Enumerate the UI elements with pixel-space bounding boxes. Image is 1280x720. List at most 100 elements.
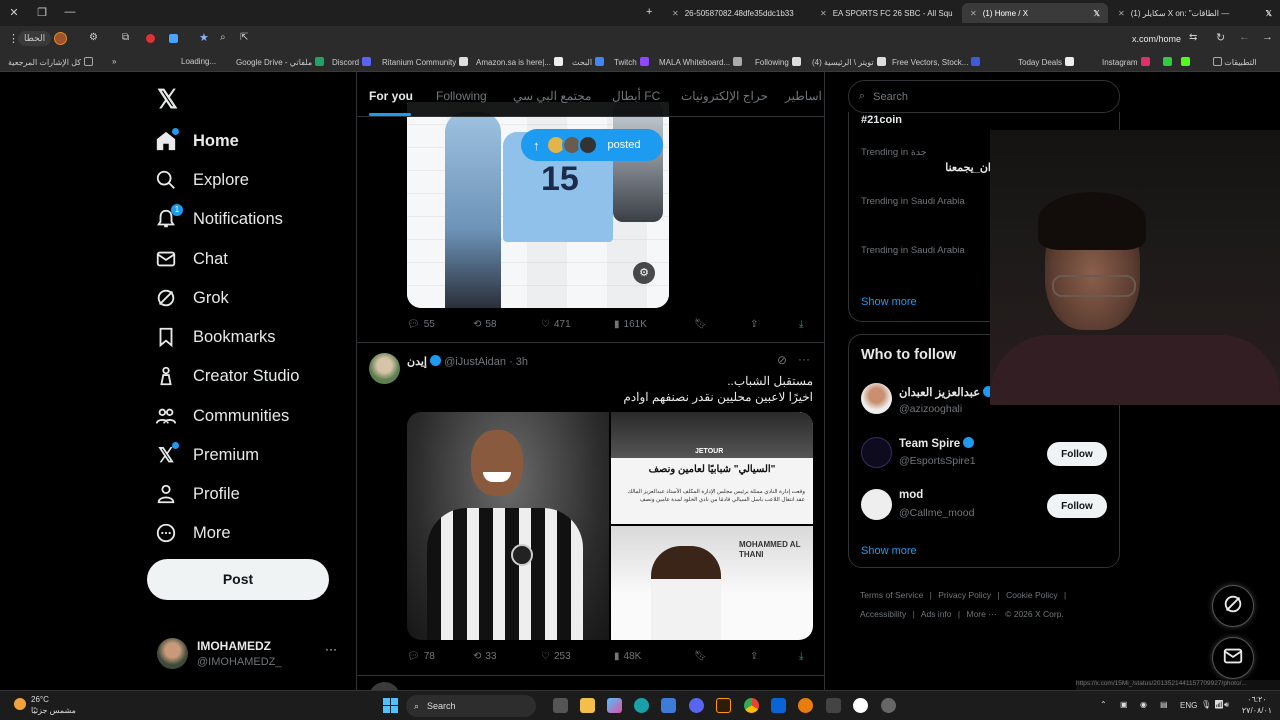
volume-icon[interactable]: 🔊︎ (1224, 700, 1229, 710)
download-button[interactable]: ⤓ (799, 651, 803, 662)
more-horizontal-icon[interactable]: ··· (325, 642, 337, 656)
suggestion-name[interactable]: Team Spire (899, 437, 975, 450)
sidebar-item-notifications[interactable]: 1 Notifications (155, 201, 283, 237)
tab-0[interactable]: ✕ 26-50587082.48dfe35ddc1b33 (664, 3, 810, 23)
discord-icon[interactable] (689, 698, 704, 713)
grok-float-button[interactable] (1212, 585, 1254, 627)
bookmark-button[interactable]: 🔖︎ (694, 651, 707, 662)
back-icon[interactable]: → (1262, 31, 1273, 43)
reply-button[interactable]: 💬︎ 78 (407, 651, 435, 662)
sidebar-item-profile[interactable]: Profile (155, 476, 240, 512)
account-switcher[interactable]: IMOHAMEDZ @IMOHAMEDZ_ ··· (155, 634, 345, 674)
footer-link[interactable]: More ··· (966, 609, 996, 619)
sidebar-item-grok[interactable]: Grok (155, 280, 229, 316)
bookmark-item[interactable]: Ritanium Community (382, 57, 469, 67)
mail-app-icon[interactable] (771, 698, 786, 713)
repost-button[interactable]: ⟲ 58 (473, 319, 497, 330)
bookmark-item[interactable]: Twitch (614, 57, 649, 67)
close-window-icon[interactable]: ✕ (0, 6, 28, 19)
tab-community-electronics[interactable]: حراج الإلكترونيات (681, 89, 768, 103)
bookmark-item[interactable]: Loading... (181, 57, 216, 66)
like-button[interactable]: ♡ 253 (541, 651, 571, 662)
tab-community-pc[interactable]: مجتمع البي سي (513, 89, 591, 103)
start-button[interactable] (383, 698, 398, 713)
screenshot-icon[interactable]: ⧉ (122, 32, 129, 43)
tray-app-icon[interactable]: ▣ (1120, 700, 1128, 709)
tray-app-icon[interactable]: ◉ (1140, 700, 1147, 709)
share-icon[interactable]: ⇱ (240, 32, 248, 43)
show-more-link[interactable]: Show more (861, 296, 917, 308)
bookmark-item[interactable]: (4) تويتر \ الرئيسية (812, 57, 886, 67)
search-input[interactable]: ⌕ Search (848, 80, 1120, 113)
clock[interactable]: ٠٦:٢٠ ٢٧/٠٨/٠١ (1238, 694, 1276, 716)
zoom-icon[interactable]: ⌕ (220, 32, 226, 43)
new-posts-pill[interactable]: ↑ posted (521, 129, 663, 161)
bookmark-item[interactable]: Discord (332, 57, 372, 67)
extensions-icon[interactable]: ⚙ (89, 32, 98, 43)
grok-icon[interactable]: ⊘ (777, 353, 787, 367)
sidebar-item-home[interactable]: Home (155, 123, 239, 159)
trend-title[interactable]: ان_يجمعنا (861, 161, 991, 174)
share-button[interactable]: ⇪ (750, 651, 758, 662)
close-tab-icon[interactable]: ✕ (672, 9, 679, 18)
footer-link[interactable]: Ads info (921, 609, 952, 619)
microphone-icon[interactable]: 🎙︎ (1201, 700, 1211, 709)
profile-button[interactable]: الحطا (18, 31, 52, 46)
views-button[interactable]: ▮ 48K (614, 651, 641, 662)
new-tab-icon[interactable]: + (646, 6, 652, 18)
sidebar-item-premium[interactable]: 𝕏 Premium (155, 437, 259, 473)
views-button[interactable]: ▮ 161K (614, 319, 647, 330)
sidebar-item-chat[interactable]: Chat (155, 241, 228, 277)
restore-window-icon[interactable]: ❐ (28, 6, 56, 19)
show-more-link[interactable]: Show more (861, 545, 917, 557)
forward-icon[interactable]: ← (1239, 31, 1250, 43)
media-player-photo[interactable] (407, 412, 609, 640)
sidebar-item-creator-studio[interactable]: Creator Studio (155, 358, 299, 394)
tab-for-you[interactable]: For you (369, 89, 413, 103)
bookmark-button[interactable]: 🔖︎ (694, 319, 707, 330)
illustrator-icon[interactable] (716, 698, 731, 713)
footer-link[interactable]: Privacy Policy (938, 590, 991, 600)
minimize-window-icon[interactable]: — (56, 6, 84, 18)
bookmark-item[interactable]: كل الإشارات المرجعية (8, 57, 94, 67)
taskbar-search[interactable]: ⌕ Search (406, 695, 536, 717)
task-view-icon[interactable] (553, 698, 568, 713)
close-tab-icon[interactable]: ✕ (970, 9, 977, 18)
tray-overflow-icon[interactable]: ⌃ (1100, 700, 1107, 709)
weather-widget[interactable]: 26°C مشمس جزئيًا (12, 695, 82, 717)
bookmarks-overflow-icon[interactable]: » (112, 57, 116, 66)
sidebar-item-more[interactable]: More (155, 515, 231, 551)
close-tab-icon[interactable]: ✕ (820, 9, 827, 18)
file-explorer-icon[interactable] (580, 698, 595, 713)
trend-title[interactable]: #21coin (861, 114, 902, 126)
bookmark-item[interactable]: Google Drive - ملفاتي (236, 57, 325, 67)
avatar[interactable] (861, 489, 892, 520)
extension-blue-icon[interactable] (169, 34, 178, 43)
blender-icon[interactable] (798, 698, 813, 713)
author-handle[interactable]: @iJustAidan · 3h (444, 356, 528, 368)
calculator-icon[interactable] (826, 698, 841, 713)
address-bar[interactable]: x.com/home (1132, 34, 1181, 44)
settings-icon[interactable] (881, 698, 896, 713)
site-settings-icon[interactable]: ⇆ (1189, 32, 1197, 43)
footer-link[interactable]: Terms of Service (860, 590, 923, 600)
bookmark-star-icon[interactable]: ★ (199, 31, 209, 44)
bookmark-item[interactable]: التطبيقات (1210, 57, 1257, 67)
extension-green-icon[interactable] (1160, 57, 1172, 67)
language-indicator[interactable]: ENG (1180, 701, 1197, 710)
tab-2[interactable]: ✕ (1) Home / X 𝕏 (962, 3, 1108, 23)
suggestion-name[interactable]: mod (899, 489, 923, 501)
app-icon[interactable] (853, 698, 868, 713)
media-announcement-card[interactable]: JETOUR "السيالي" شبابيًا لعامين ونصف وقع… (611, 412, 813, 524)
post-button[interactable]: Post (147, 559, 329, 600)
follow-button[interactable]: Follow (1047, 494, 1107, 518)
close-tab-icon[interactable]: ✕ (1118, 9, 1125, 18)
tab-community-legends[interactable]: اساطير (785, 89, 822, 103)
footer-link[interactable]: Cookie Policy (1006, 590, 1058, 600)
author-name[interactable]: إيدن (407, 356, 427, 368)
sidebar-item-bookmarks[interactable]: Bookmarks (155, 319, 276, 355)
avatar[interactable] (54, 32, 67, 45)
post-media-grid[interactable]: JETOUR "السيالي" شبابيًا لعامين ونصف وقع… (407, 412, 813, 640)
avatar[interactable] (861, 437, 892, 468)
download-button[interactable]: ⤓ (799, 319, 803, 330)
